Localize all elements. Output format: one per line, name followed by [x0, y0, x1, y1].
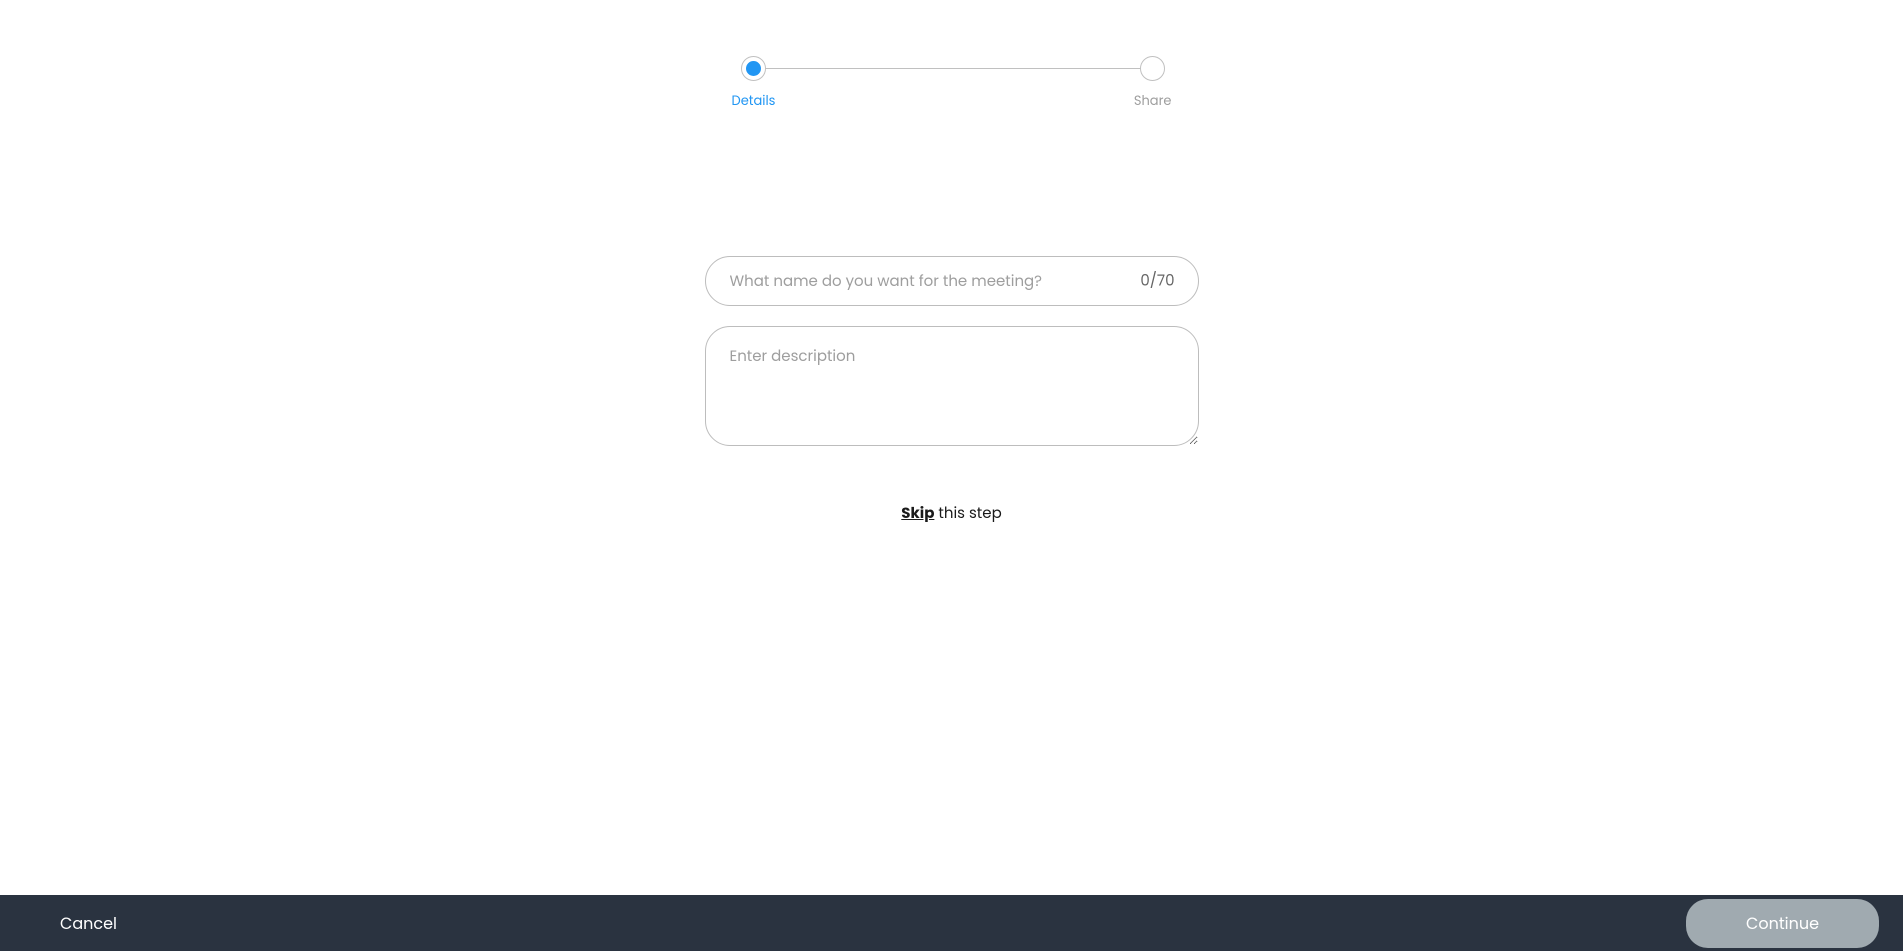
step-circle-inner-icon [746, 61, 761, 76]
name-input-wrapper: 0/70 [705, 256, 1199, 306]
step-details: Details [732, 56, 776, 111]
cancel-button[interactable]: Cancel [60, 911, 117, 936]
step-label-share: Share [1134, 91, 1172, 111]
skip-step-link[interactable]: Skip this step [901, 502, 1001, 525]
step-circle-share [1140, 56, 1165, 81]
stepper-line [756, 68, 1148, 69]
description-textarea[interactable] [705, 326, 1199, 446]
form-container: 0/70 Skip this step [0, 256, 1903, 525]
meeting-name-input[interactable] [705, 256, 1199, 306]
step-label-details: Details [732, 91, 776, 111]
skip-bold-text: Skip [901, 503, 934, 524]
step-share: Share [1134, 56, 1172, 111]
footer-bar: Cancel Continue [0, 895, 1903, 951]
stepper-container: Details Share [0, 0, 1903, 56]
step-circle-details [741, 56, 766, 81]
skip-rest-text: this step [934, 503, 1001, 524]
char-counter: 0/70 [1140, 270, 1174, 293]
continue-button[interactable]: Continue [1686, 899, 1879, 948]
